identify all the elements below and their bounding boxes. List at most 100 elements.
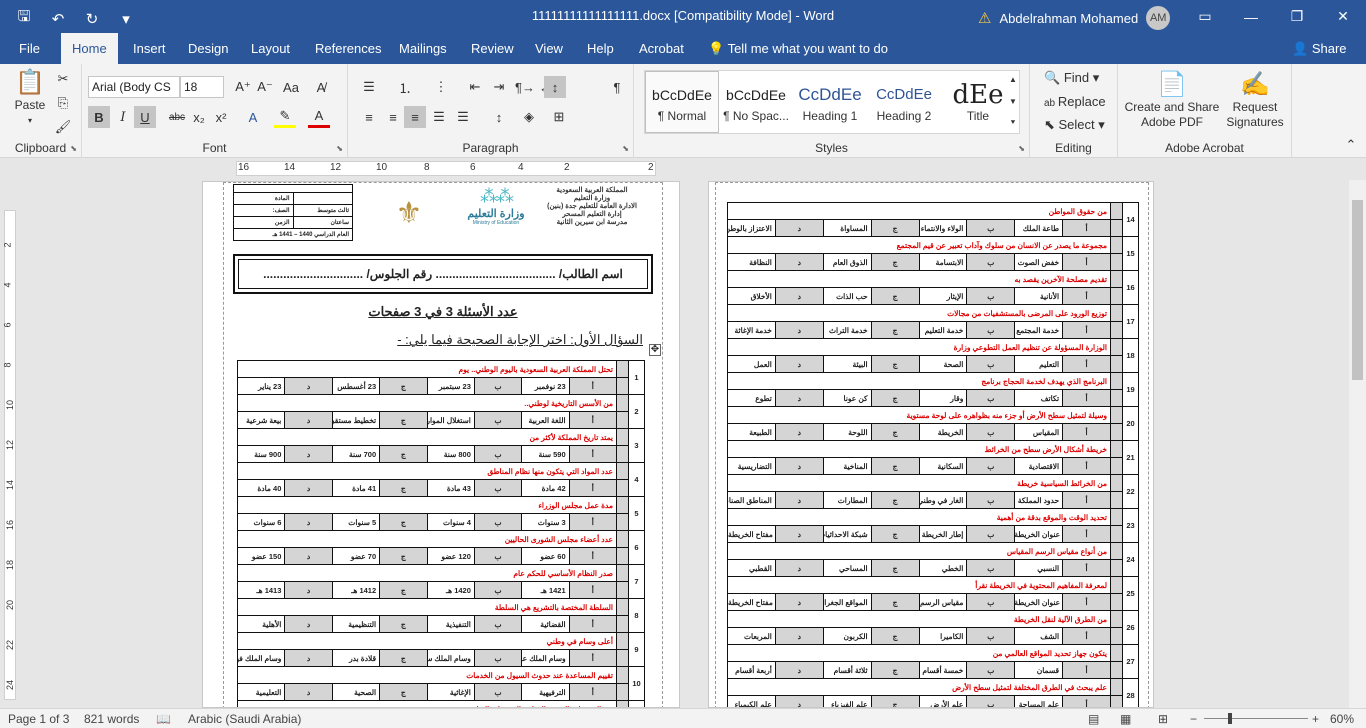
- format-painter-icon[interactable]: 🖌: [52, 116, 74, 138]
- find-button[interactable]: 🔍 Find ▾: [1044, 70, 1099, 86]
- style-no-spacing[interactable]: bCcDdEe ¶ No Spac...: [719, 71, 793, 133]
- create-pdf-button[interactable]: 📄 Create and Share Adobe PDF: [1122, 70, 1222, 130]
- focus-mode-icon[interactable]: ▤: [1088, 712, 1099, 726]
- horizontal-ruler[interactable]: 16 14 12 10 8 6 4 2 2: [0, 158, 1366, 180]
- borders-icon[interactable]: ⊞: [548, 106, 570, 128]
- ribbon-display-icon[interactable]: ▭: [1182, 0, 1228, 33]
- styles-scroll-down-icon[interactable]: ▼: [1006, 90, 1020, 112]
- styles-more-icon[interactable]: ⯆: [1006, 112, 1020, 134]
- align-right-icon[interactable]: ≡: [404, 106, 426, 128]
- tab-review[interactable]: Review: [460, 33, 525, 64]
- row-shade: [1110, 321, 1123, 339]
- tab-file[interactable]: File: [8, 33, 51, 64]
- tab-acrobat[interactable]: Acrobat: [628, 33, 695, 64]
- font-name-combo[interactable]: Arial (Body CS: [88, 76, 180, 98]
- subscript-icon[interactable]: x₂: [188, 106, 210, 128]
- scrollbar-thumb[interactable]: [1352, 200, 1363, 380]
- strikethrough-icon[interactable]: abc: [166, 106, 188, 128]
- tab-design[interactable]: Design: [177, 33, 239, 64]
- tab-references[interactable]: References: [304, 33, 392, 64]
- multilevel-list-icon[interactable]: ⋮: [430, 76, 452, 98]
- numbering-icon[interactable]: ⒈: [394, 76, 416, 98]
- increase-indent-icon[interactable]: ⇥: [488, 76, 510, 98]
- style-name: Title: [966, 109, 990, 123]
- show-marks-icon[interactable]: ¶: [606, 76, 628, 98]
- tell-me-search[interactable]: 💡 Tell me what you want to do: [708, 33, 888, 64]
- word-count[interactable]: 821 words: [84, 712, 139, 726]
- decrease-indent-icon[interactable]: ⇤: [464, 76, 486, 98]
- vertical-scrollbar[interactable]: [1349, 180, 1366, 708]
- option-letter: أ: [1062, 559, 1111, 577]
- style-title[interactable]: dEe Title: [941, 71, 1015, 133]
- minimize-icon[interactable]: —: [1228, 0, 1274, 33]
- zoom-slider[interactable]: [1204, 718, 1308, 719]
- shrink-font-icon[interactable]: A⁻: [254, 76, 276, 98]
- close-icon[interactable]: ✕: [1320, 0, 1366, 33]
- tab-mailings[interactable]: Mailings: [388, 33, 458, 64]
- tab-insert[interactable]: Insert: [122, 33, 177, 64]
- zoom-level[interactable]: 60%: [1330, 712, 1354, 726]
- dialog-launcher-icon[interactable]: ⬊: [622, 144, 629, 153]
- ltr-icon[interactable]: ¶→: [514, 76, 536, 98]
- pdf-icon: 📄: [1157, 71, 1187, 98]
- proofing-icon[interactable]: 📖: [156, 712, 171, 726]
- web-layout-icon[interactable]: ⊞: [1158, 712, 1168, 726]
- option-letter: ج: [870, 389, 920, 407]
- paste-button[interactable]: 📋 Paste ▾: [10, 68, 50, 128]
- clear-formatting-icon[interactable]: A̸: [310, 76, 332, 98]
- tab-view[interactable]: View: [524, 33, 574, 64]
- style-heading-1[interactable]: CcDdEe Heading 1: [793, 71, 867, 133]
- account-area[interactable]: ⚠ Abdelrahman Mohamed AM: [978, 6, 1171, 30]
- share-button[interactable]: 👤 Share: [1292, 33, 1347, 64]
- superscript-icon[interactable]: x²: [210, 106, 232, 128]
- zoom-out-icon[interactable]: −: [1190, 712, 1197, 726]
- align-left-icon[interactable]: ≡: [358, 106, 380, 128]
- line-spacing-icon[interactable]: ↕: [488, 106, 510, 128]
- collapse-ribbon-icon[interactable]: ⌃: [1340, 134, 1362, 156]
- style-heading-2[interactable]: CcDdEe Heading 2: [867, 71, 941, 133]
- tab-layout[interactable]: Layout: [240, 33, 301, 64]
- dialog-launcher-icon[interactable]: ⬊: [336, 144, 343, 153]
- bold-icon[interactable]: B: [88, 106, 110, 128]
- tab-home[interactable]: Home: [61, 33, 118, 64]
- copy-icon[interactable]: ⎘: [52, 92, 74, 114]
- style-normal[interactable]: bCcDdEe ¶ Normal: [645, 71, 719, 133]
- avatar[interactable]: AM: [1146, 6, 1171, 30]
- restore-icon[interactable]: ❐: [1274, 0, 1320, 33]
- distributed-icon[interactable]: ☰: [452, 106, 474, 128]
- justify-icon[interactable]: ☰: [428, 106, 450, 128]
- center-icon[interactable]: ≡: [382, 106, 404, 128]
- request-signatures-button[interactable]: ✍ Request Signatures: [1222, 70, 1288, 130]
- underline-icon[interactable]: U: [134, 106, 156, 128]
- change-case-icon[interactable]: Aa: [280, 76, 302, 98]
- bullets-icon[interactable]: ☰: [358, 76, 380, 98]
- shading-icon[interactable]: ◈: [518, 106, 540, 128]
- vertical-ruler[interactable]: 2 4 6 8 10 12 14 16 18 20 22 24: [0, 180, 20, 708]
- page-1[interactable]: المملكة العربية السعودية وزارة التعليم ا…: [202, 181, 680, 708]
- zoom-slider-thumb[interactable]: [1228, 713, 1232, 724]
- italic-icon[interactable]: I: [112, 106, 134, 128]
- sort-icon[interactable]: ↕: [544, 76, 566, 98]
- language[interactable]: Arabic (Saudi Arabia): [188, 712, 301, 726]
- page-2[interactable]: من حقوق المواطن 14 الاعتزاز بالوطن د المساوا…: [708, 181, 1154, 708]
- cut-icon[interactable]: ✂: [52, 68, 74, 90]
- option-letter: ج: [870, 491, 920, 509]
- text-effects-icon[interactable]: A: [242, 106, 264, 128]
- font-size-combo[interactable]: 18: [180, 76, 224, 98]
- zoom-in-icon[interactable]: +: [1312, 712, 1319, 726]
- dialog-launcher-icon[interactable]: ⬊: [70, 144, 77, 153]
- select-button[interactable]: ⬉ Select ▾: [1044, 117, 1105, 133]
- highlight-icon[interactable]: ✎: [274, 106, 296, 128]
- styles-scroll-up-icon[interactable]: ▲: [1006, 68, 1020, 90]
- dialog-launcher-icon[interactable]: ⬊: [1018, 144, 1025, 153]
- tab-help[interactable]: Help: [576, 33, 625, 64]
- question-row: عدد أعضاء مجلس الشورى الحاليين 6: [237, 530, 645, 565]
- table-move-handle-icon[interactable]: ✥: [649, 344, 661, 356]
- page-count[interactable]: Page 1 of 3: [8, 712, 69, 726]
- replace-button[interactable]: ab Replace: [1044, 94, 1106, 109]
- print-layout-icon[interactable]: ▦: [1120, 712, 1131, 726]
- font-color-icon[interactable]: A: [308, 106, 330, 128]
- options-row: علم الكيمياء د علم الفيزياء ج علم الأرض ب علم …: [727, 695, 1139, 707]
- option-text: الشف: [1014, 627, 1064, 645]
- grow-font-icon[interactable]: A⁺: [232, 76, 254, 98]
